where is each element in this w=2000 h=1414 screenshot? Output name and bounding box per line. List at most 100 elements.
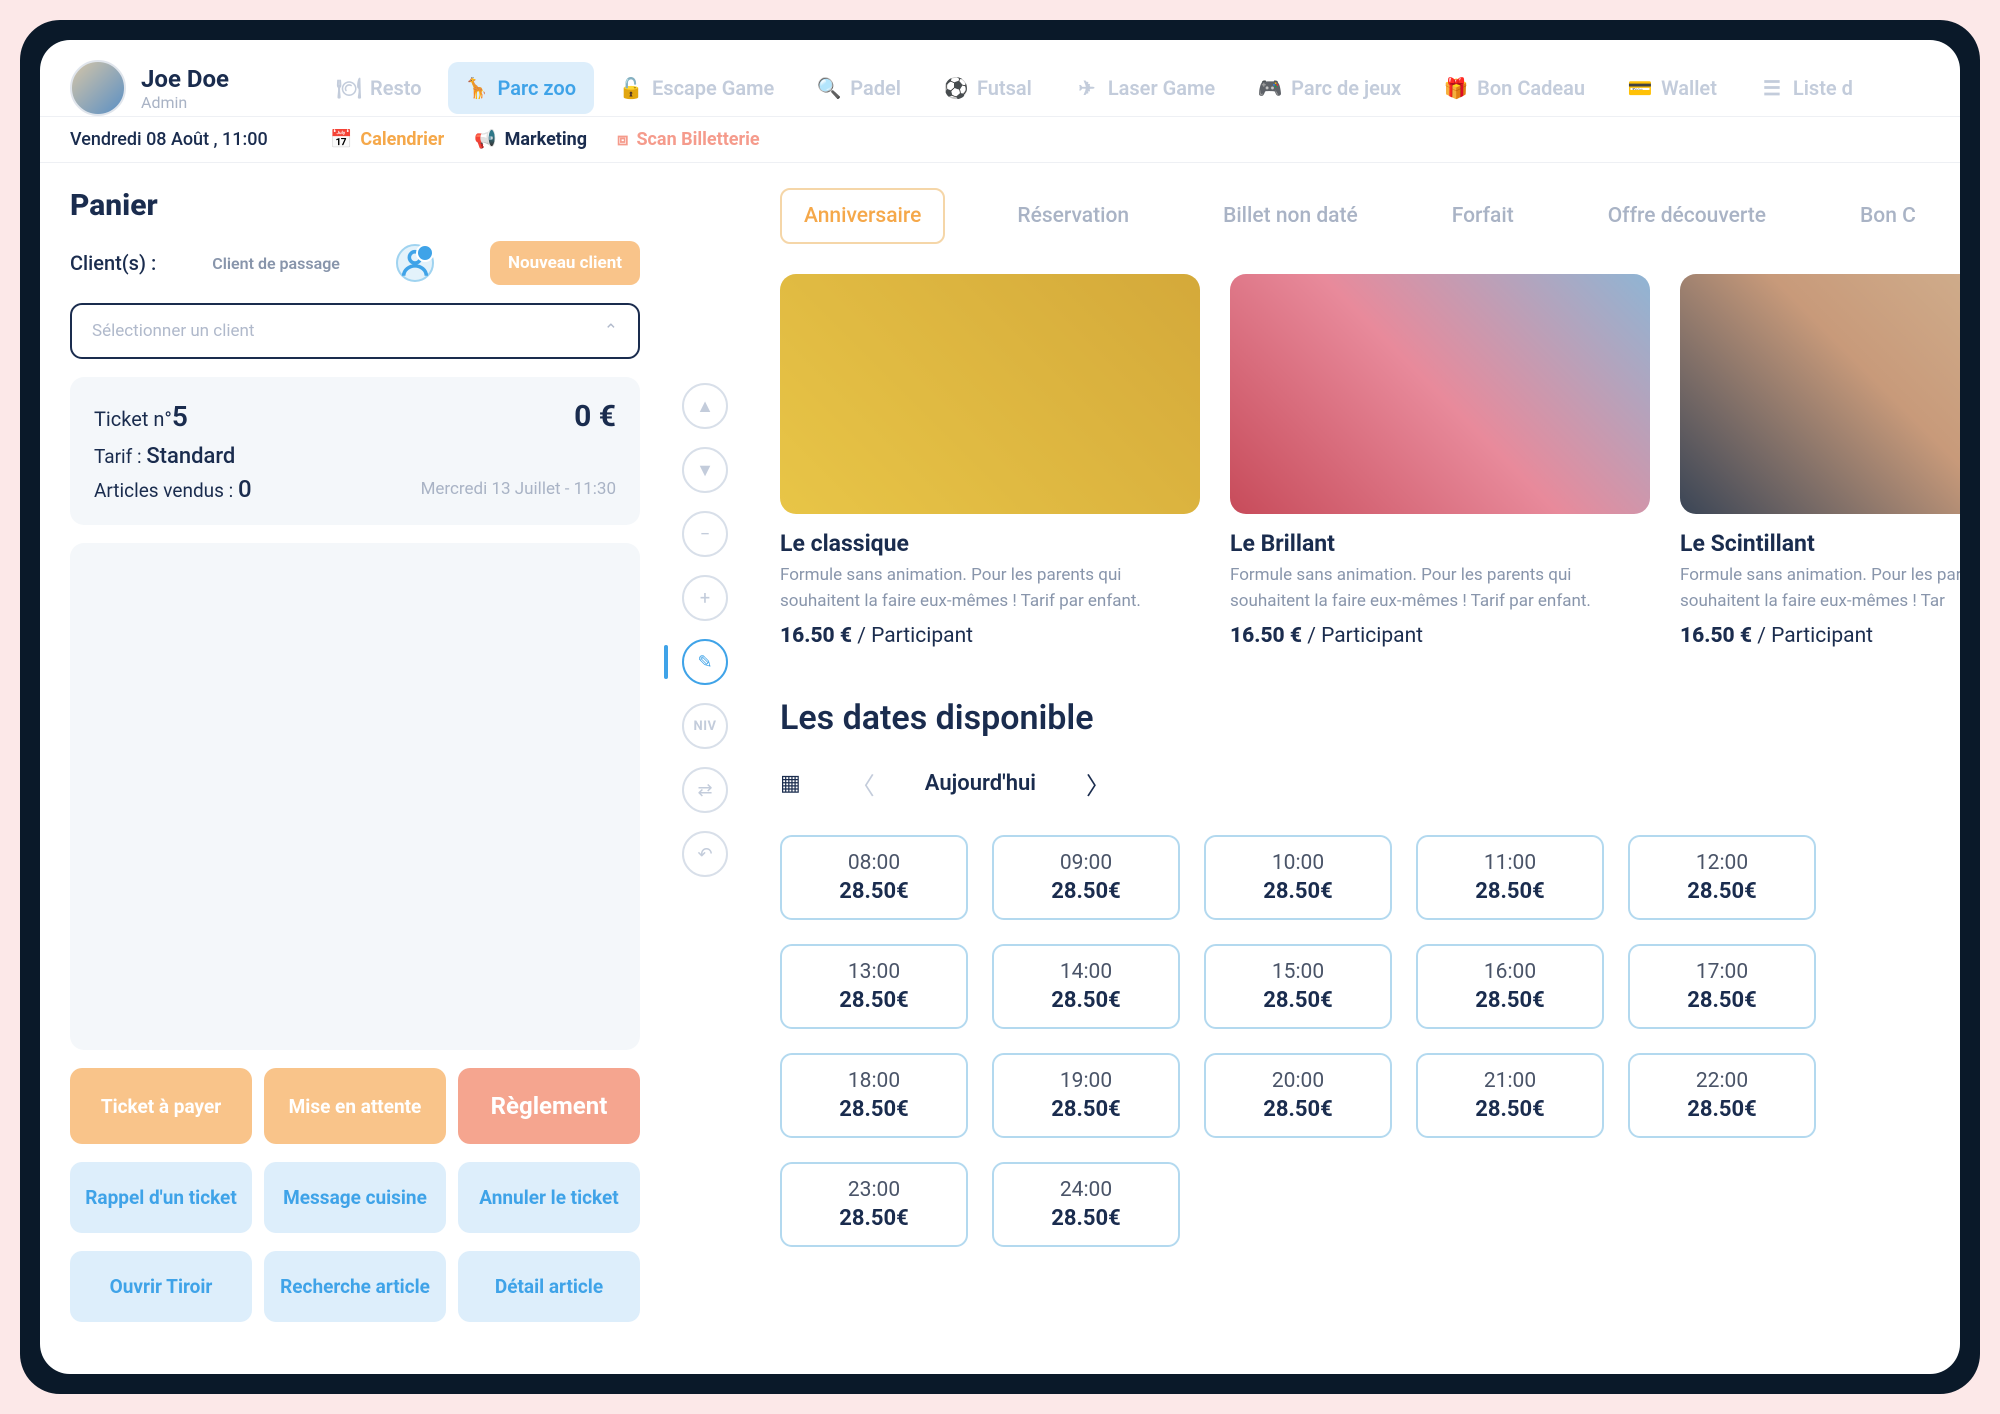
card-image bbox=[1680, 274, 1960, 514]
subtab-calendrier[interactable]: 📅 Calendrier bbox=[330, 129, 444, 150]
top-tab-label: Laser Game bbox=[1108, 76, 1215, 100]
slot-price: 28.50€ bbox=[1432, 988, 1588, 1013]
mise-attente-button[interactable]: Mise en attente bbox=[264, 1068, 446, 1144]
calendar-icon[interactable]: ▦ bbox=[780, 771, 801, 796]
slot-price: 28.50€ bbox=[1644, 879, 1800, 904]
time-slot[interactable]: 17:0028.50€ bbox=[1628, 944, 1816, 1029]
slot-time: 14:00 bbox=[1008, 960, 1164, 984]
client-badge-icon[interactable] bbox=[396, 244, 434, 282]
offer-tab-anniversaire[interactable]: Anniversaire bbox=[780, 188, 945, 244]
top-tabs: 🍽Resto🦒Parc zoo🔓Escape Game🔍Padel ⚽ Futsal… bbox=[320, 62, 1930, 114]
time-slot[interactable]: 20:0028.50€ bbox=[1204, 1053, 1392, 1138]
top-tab-liste-d[interactable]: ☰Liste d bbox=[1743, 62, 1871, 114]
top-tab-parc-de-jeux[interactable]: 🎮Parc de jeux bbox=[1241, 62, 1419, 114]
slot-price: 28.50€ bbox=[796, 879, 952, 904]
user-role: Admin bbox=[141, 93, 229, 112]
slot-time: 20:00 bbox=[1220, 1069, 1376, 1093]
articles-sold: Articles vendus : 0 bbox=[94, 475, 252, 503]
annuler-ticket-button[interactable]: Annuler le ticket bbox=[458, 1162, 640, 1233]
new-client-button[interactable]: Nouveau client bbox=[490, 241, 640, 285]
offer-tab-réservation[interactable]: Réservation bbox=[995, 190, 1151, 242]
time-slot[interactable]: 21:0028.50€ bbox=[1416, 1053, 1604, 1138]
dates-title: Les dates disponible bbox=[780, 698, 1960, 738]
time-slot[interactable]: 09:0028.50€ bbox=[992, 835, 1180, 920]
ticket-payer-button[interactable]: Ticket à payer bbox=[70, 1068, 252, 1144]
top-tab-futsal[interactable]: ⚽ Futsal bbox=[927, 62, 1050, 114]
offer-card[interactable]: Le Scintillant Formule sans animation. P… bbox=[1680, 274, 1960, 648]
detail-article-button[interactable]: Détail article bbox=[458, 1251, 640, 1322]
edit-icon[interactable]: ✎ bbox=[682, 639, 728, 685]
padel-icon: 🔍 bbox=[818, 77, 840, 99]
time-slot[interactable]: 24:0028.50€ bbox=[992, 1162, 1180, 1247]
futsal-icon: ⚽ bbox=[945, 77, 967, 99]
time-slot[interactable]: 12:0028.50€ bbox=[1628, 835, 1816, 920]
subtab-marketing[interactable]: 📢 Marketing bbox=[474, 129, 587, 150]
subtab-label: Scan Billetterie bbox=[636, 129, 759, 150]
offer-tab-bon-c[interactable]: Bon C bbox=[1838, 190, 1938, 242]
time-slot[interactable]: 23:0028.50€ bbox=[780, 1162, 968, 1247]
scan-icon: ⧈ bbox=[617, 129, 628, 150]
ouvrir-tiroir-button[interactable]: Ouvrir Tiroir bbox=[70, 1251, 252, 1322]
message-cuisine-button[interactable]: Message cuisine bbox=[264, 1162, 446, 1233]
offer-tab-forfait[interactable]: Forfait bbox=[1430, 190, 1536, 242]
subtab-label: Marketing bbox=[505, 129, 587, 150]
time-slot[interactable]: 10:0028.50€ bbox=[1204, 835, 1392, 920]
top-tab-laser-game[interactable]: ✈ Laser Game bbox=[1058, 62, 1233, 114]
ticket-price: 0 € bbox=[574, 399, 616, 434]
undo-icon[interactable]: ↶ bbox=[682, 831, 728, 877]
top-tab-bon-cadeau[interactable]: 🎁Bon Cadeau bbox=[1427, 62, 1603, 114]
top-tab-escape-game[interactable]: 🔓Escape Game bbox=[602, 62, 792, 114]
avatar[interactable] bbox=[70, 60, 126, 116]
offer-tab-billet-non-daté[interactable]: Billet non daté bbox=[1201, 190, 1380, 242]
top-tab-parc-zoo[interactable]: 🦒Parc zoo bbox=[448, 62, 594, 114]
card-price: 16.50 € / Participant bbox=[1680, 624, 1960, 648]
time-slot[interactable]: 08:0028.50€ bbox=[780, 835, 968, 920]
top-tab-wallet[interactable]: 💳Wallet bbox=[1611, 62, 1735, 114]
slot-time: 24:00 bbox=[1008, 1178, 1164, 1202]
today-label: Aujourd'hui bbox=[925, 771, 1036, 796]
sub-row: Vendredi 08 Août , 11:00 📅 Calendrier 📢 … bbox=[40, 117, 1960, 163]
top-tab-padel[interactable]: 🔍Padel bbox=[800, 62, 919, 114]
user-name: Joe Doe bbox=[141, 65, 229, 93]
time-slot[interactable]: 19:0028.50€ bbox=[992, 1053, 1180, 1138]
time-slot[interactable]: 15:0028.50€ bbox=[1204, 944, 1392, 1029]
card-description: Formule sans animation. Pour les parents… bbox=[1680, 563, 1960, 614]
client-row: Client(s) : Client de passage Nouveau cl… bbox=[70, 241, 640, 285]
down-icon[interactable]: ▼ bbox=[682, 447, 728, 493]
card-title: Le Brillant bbox=[1230, 530, 1650, 557]
time-slot[interactable]: 18:0028.50€ bbox=[780, 1053, 968, 1138]
card-image bbox=[780, 274, 1200, 514]
time-slot[interactable]: 22:0028.50€ bbox=[1628, 1053, 1816, 1138]
slot-price: 28.50€ bbox=[1220, 988, 1376, 1013]
niv-button[interactable]: NIV bbox=[682, 703, 728, 749]
client-select-placeholder: Sélectionner un client bbox=[92, 321, 254, 341]
chevron-left-icon[interactable]: 〈 bbox=[841, 762, 885, 805]
laser-icon: ✈ bbox=[1076, 77, 1098, 99]
plus-icon[interactable]: + bbox=[682, 575, 728, 621]
gift-icon: 🎁 bbox=[1445, 77, 1467, 99]
rappel-button[interactable]: Rappel d'un ticket bbox=[70, 1162, 252, 1233]
offer-card[interactable]: Le Brillant Formule sans animation. Pour… bbox=[1230, 274, 1650, 648]
time-slot[interactable]: 16:0028.50€ bbox=[1416, 944, 1604, 1029]
top-tab-label: Wallet bbox=[1661, 76, 1717, 100]
top-tab-label: Resto bbox=[370, 76, 422, 100]
swap-icon[interactable]: ⇄ bbox=[682, 767, 728, 813]
offer-tab-offre-découverte[interactable]: Offre découverte bbox=[1586, 190, 1788, 242]
client-select[interactable]: Sélectionner un client ⌃ bbox=[70, 303, 640, 359]
slot-time: 23:00 bbox=[796, 1178, 952, 1202]
slot-price: 28.50€ bbox=[1008, 1097, 1164, 1122]
minus-icon[interactable]: − bbox=[682, 511, 728, 557]
offer-card[interactable]: Le classique Formule sans animation. Pou… bbox=[780, 274, 1200, 648]
list-icon: ☰ bbox=[1761, 77, 1783, 99]
time-slot[interactable]: 13:0028.50€ bbox=[780, 944, 968, 1029]
time-slot[interactable]: 11:0028.50€ bbox=[1416, 835, 1604, 920]
recherche-article-button[interactable]: Recherche article bbox=[264, 1251, 446, 1322]
top-tab-resto[interactable]: 🍽Resto bbox=[320, 62, 440, 114]
time-slot[interactable]: 14:0028.50€ bbox=[992, 944, 1180, 1029]
top-tab-label: Escape Game bbox=[652, 76, 774, 100]
chevron-right-icon[interactable]: 〉 bbox=[1076, 762, 1120, 805]
subtab-scan[interactable]: ⧈ Scan Billetterie bbox=[617, 129, 760, 150]
top-tab-label: Futsal bbox=[977, 76, 1032, 100]
reglement-button[interactable]: Règlement bbox=[458, 1068, 640, 1144]
up-icon[interactable]: ▲ bbox=[682, 383, 728, 429]
